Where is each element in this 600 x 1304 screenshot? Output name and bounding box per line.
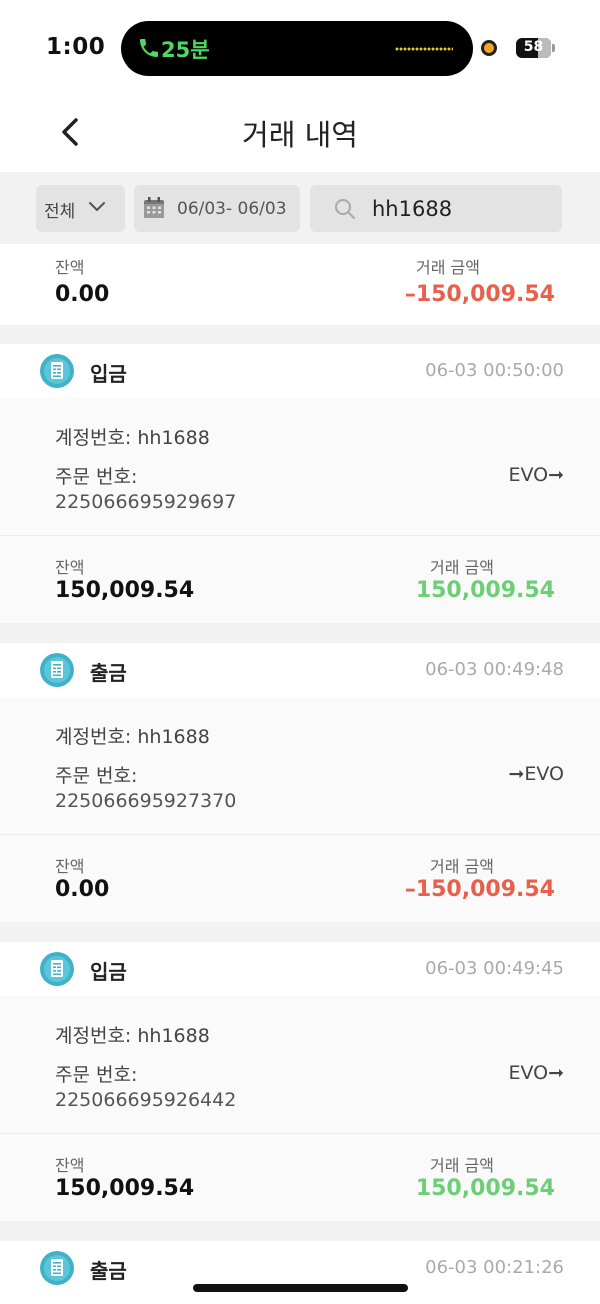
amount-label: 거래 금액: [430, 558, 494, 577]
transaction-body: 계정번호: hh1688 주문 번호: 225066695927370 ➞EVO: [0, 697, 600, 834]
order-number: 225066695927370: [55, 790, 237, 812]
chevron-down-icon: [89, 202, 105, 211]
calendar-icon: [144, 197, 164, 218]
transaction-header: 입금 06-03 00:49:45: [0, 942, 600, 996]
transaction-timestamp: 06-03 00:49:45: [425, 958, 564, 979]
balance-value: 0.00: [55, 282, 110, 307]
order-number-label: 주문 번호:: [55, 466, 138, 488]
balance-value: 150,009.54: [55, 578, 195, 603]
balance-label: 잔액: [55, 558, 85, 577]
balance-label: 잔액: [55, 857, 85, 876]
order-number-label: 주문 번호:: [55, 1064, 138, 1086]
search-box[interactable]: [310, 185, 562, 232]
transaction-timestamp: 06-03 00:49:48: [425, 659, 564, 680]
transfer-direction: EVO➞: [508, 464, 564, 486]
amount-value: 150,009.54: [415, 578, 555, 603]
amount-value: 150,009.54: [415, 1176, 555, 1201]
transaction-body: 계정번호: hh1688 주문 번호: 225066695926442 EVO➞: [0, 996, 600, 1133]
balance-value: 150,009.54: [55, 1176, 195, 1201]
mic-indicator-icon: [481, 40, 497, 56]
balance-value: 0.00: [55, 877, 110, 902]
amount-label: 거래 금액: [430, 857, 494, 876]
transaction-footer: 잔액 150,009.54 거래 금액 150,009.54: [0, 535, 600, 623]
amount-label: 거래 금액: [416, 258, 480, 277]
transaction-footer: 잔액 0.00 거래 금액 –150,009.54: [0, 834, 600, 922]
transaction-timestamp: 06-03 00:50:00: [425, 360, 564, 381]
transaction-body: 계정번호: hh1688 주문 번호: 225066695929697 EVO➞: [0, 398, 600, 535]
receipt-icon: [40, 952, 74, 986]
search-input[interactable]: [372, 194, 552, 224]
search-icon: [335, 199, 355, 219]
page-title: 거래 내역: [242, 118, 358, 152]
transaction-type: 입금: [90, 960, 127, 984]
transfer-direction: ➞EVO: [508, 763, 564, 785]
date-range-value: 06/03- 06/03: [177, 199, 287, 219]
amount-label: 거래 금액: [430, 1156, 494, 1175]
transaction-header: 입금 06-03 00:50:00: [0, 344, 600, 398]
receipt-icon: [40, 653, 74, 687]
balance-label: 잔액: [55, 1156, 85, 1175]
account-number: 계정번호: hh1688: [55, 427, 210, 449]
home-indicator[interactable]: [193, 1284, 408, 1292]
dynamic-island[interactable]: 25분: [121, 21, 473, 76]
date-range-picker[interactable]: 06/03- 06/03: [134, 185, 300, 232]
transaction-list[interactable]: 잔액 0.00 거래 금액 –150,009.54 입금 06-03 00:50…: [0, 244, 600, 1304]
amount-value: –150,009.54: [404, 877, 555, 902]
call-duration: 25분: [161, 38, 210, 62]
transaction-type: 출금: [90, 661, 127, 685]
type-filter-dropdown[interactable]: 전체: [36, 185, 125, 232]
audio-wave-icon: [395, 47, 453, 51]
transaction-type: 출금: [90, 1259, 127, 1283]
transaction-card[interactable]: 출금 06-03 00:49:48 계정번호: hh1688 주문 번호: 22…: [0, 643, 600, 922]
battery-nub: [552, 44, 555, 52]
receipt-icon: [40, 1251, 74, 1285]
status-time: 1:00: [46, 34, 106, 60]
transaction-header: 출금 06-03 00:49:48: [0, 643, 600, 697]
transfer-direction: EVO➞: [508, 1062, 564, 1084]
battery-icon: 58: [516, 38, 551, 58]
transaction-footer: 잔액 150,009.54 거래 금액 150,009.54: [0, 1133, 600, 1221]
battery-level: 58: [523, 39, 544, 55]
account-number: 계정번호: hh1688: [55, 726, 210, 748]
transaction-card[interactable]: 입금 06-03 00:49:45 계정번호: hh1688 주문 번호: 22…: [0, 942, 600, 1221]
transaction-type: 입금: [90, 362, 127, 386]
account-number: 계정번호: hh1688: [55, 1025, 210, 1047]
status-bar: 1:00 25분 58: [0, 0, 600, 96]
transaction-card[interactable]: 입금 06-03 00:50:00 계정번호: hh1688 주문 번호: 22…: [0, 344, 600, 623]
order-number-label: 주문 번호:: [55, 765, 138, 787]
transaction-timestamp: 06-03 00:21:26: [425, 1257, 564, 1278]
receipt-icon: [40, 354, 74, 388]
order-number: 225066695926442: [55, 1089, 237, 1111]
balance-label: 잔액: [55, 258, 85, 277]
type-filter-value: 전체: [44, 202, 76, 222]
transaction-card[interactable]: 출금 06-03 00:21:26: [0, 1241, 600, 1304]
amount-value: –150,009.54: [404, 282, 555, 307]
app-header: 거래 내역: [0, 96, 600, 172]
phone-icon: [140, 39, 158, 57]
order-number: 225066695929697: [55, 491, 237, 513]
filter-bar: 전체 06/03- 06/03: [0, 172, 600, 244]
transaction-footer: 잔액 0.00 거래 금액 –150,009.54: [0, 244, 600, 325]
